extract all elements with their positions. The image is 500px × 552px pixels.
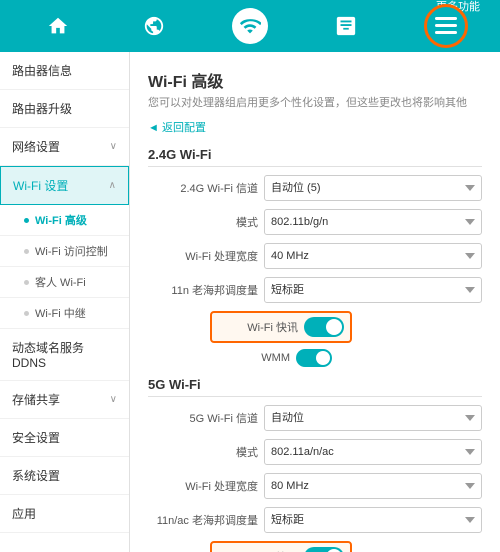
select-5g-gi[interactable]: 短标距 — [264, 507, 482, 533]
sidebar-subitem-guest-wifi[interactable]: 客人 Wi-Fi — [0, 267, 129, 298]
sidebar: 路由器信息 路由器升级 网络设置 ∨ Wi-Fi 设置 ∧ Wi-Fi 高级 W… — [0, 52, 130, 552]
sidebar-item-wifi-settings[interactable]: Wi-Fi 设置 ∧ — [0, 166, 129, 205]
sidebar-item-network-settings[interactable]: 网络设置 ∨ — [0, 128, 129, 166]
grid-nav-icon[interactable] — [328, 8, 364, 44]
select-5g-channel[interactable]: 自动位 — [264, 405, 482, 431]
form-row-24g-mode: 模式 802.11b/g/n — [148, 209, 482, 235]
label-24g-channel: 2.4G Wi-Fi 信道 — [148, 180, 258, 196]
home-nav-icon[interactable] — [40, 8, 76, 44]
more-menu-button[interactable] — [424, 4, 468, 48]
wifi-nav-icon[interactable] — [232, 8, 268, 44]
24g-wmm-row: WMM — [210, 349, 482, 367]
label-24g-gi: 11n 老海邦调度量 — [148, 282, 258, 298]
chevron-icon: ∨ — [110, 394, 117, 405]
sidebar-subitem-wifi-advanced[interactable]: Wi-Fi 高级 — [0, 205, 129, 236]
sidebar-subitem-wifi-mac-filter[interactable]: Wi-Fi 访问控制 — [0, 236, 129, 267]
select-24g-channel[interactable]: 自动位 (5) — [264, 175, 482, 201]
dot-indicator — [24, 249, 29, 254]
label-5g-gi: 11n/ac 老海邦调度量 — [148, 512, 258, 528]
sidebar-item-app[interactable]: 应用 — [0, 495, 129, 533]
form-row-24g-gi: 11n 老海邦调度量 短标距 — [148, 277, 482, 303]
page-description: 您可以对处理器组启用更多个性化设置，但这些更改也将影响其他 — [148, 96, 482, 111]
sidebar-item-security-settings[interactable]: 安全设置 — [0, 419, 129, 457]
chevron-icon: ∨ — [110, 141, 117, 152]
5g-wifi-toggle-row: Wi-Fi 快讯 — [210, 541, 352, 552]
page-title: Wi-Fi 高级 — [148, 68, 482, 92]
form-row-24g-channel: 2.4G Wi-Fi 信道 自动位 (5) — [148, 175, 482, 201]
top-nav: 更多功能 — [0, 0, 500, 52]
select-24g-gi[interactable]: 短标距 — [264, 277, 482, 303]
dot-indicator — [24, 218, 29, 223]
form-row-5g-bandwidth: Wi-Fi 处理宽度 80 MHz — [148, 473, 482, 499]
select-24g-bandwidth[interactable]: 40 MHz — [264, 243, 482, 269]
24g-wifi-toggle[interactable] — [304, 317, 344, 337]
dot-indicator — [24, 311, 29, 316]
label-24g-mode: 模式 — [148, 214, 258, 230]
label-5g-channel: 5G Wi-Fi 信道 — [148, 410, 258, 426]
24g-wmm-label: WMM — [210, 352, 290, 364]
form-row-5g-gi: 11n/ac 老海邦调度量 短标距 — [148, 507, 482, 533]
section-5g-title: 5G Wi-Fi — [148, 377, 482, 397]
main-layout: 路由器信息 路由器升级 网络设置 ∨ Wi-Fi 设置 ∧ Wi-Fi 高级 W… — [0, 52, 500, 552]
chevron-up-icon: ∧ — [109, 180, 116, 191]
sidebar-item-storage-share[interactable]: 存储共享 ∨ — [0, 381, 129, 419]
form-row-5g-channel: 5G Wi-Fi 信道 自动位 — [148, 405, 482, 431]
back-link[interactable]: ◄ 返回配置 — [148, 119, 482, 135]
globe-nav-icon[interactable] — [136, 8, 172, 44]
sidebar-item-system-settings[interactable]: 系统设置 — [0, 457, 129, 495]
label-5g-mode: 模式 — [148, 444, 258, 460]
sidebar-item-router-upgrade[interactable]: 路由器升级 — [0, 90, 129, 128]
sidebar-item-router-info[interactable]: 路由器信息 — [0, 52, 129, 90]
form-row-5g-mode: 模式 802.11a/n/ac — [148, 439, 482, 465]
form-row-24g-bandwidth: Wi-Fi 处理宽度 40 MHz — [148, 243, 482, 269]
select-5g-bandwidth[interactable]: 80 MHz — [264, 473, 482, 499]
content-area: Wi-Fi 高级 您可以对处理器组启用更多个性化设置，但这些更改也将影响其他 ◄… — [130, 52, 500, 552]
label-5g-bandwidth: Wi-Fi 处理宽度 — [148, 478, 258, 494]
select-24g-mode[interactable]: 802.11b/g/n — [264, 209, 482, 235]
24g-wifi-toggle-row: Wi-Fi 快讯 — [210, 311, 352, 343]
5g-wifi-toggle[interactable] — [304, 547, 344, 552]
section-24g-title: 2.4G Wi-Fi — [148, 147, 482, 167]
sidebar-item-ddns[interactable]: 动态域名服务 DDNS — [0, 329, 129, 381]
dot-indicator — [24, 280, 29, 285]
select-5g-mode[interactable]: 802.11a/n/ac — [264, 439, 482, 465]
24g-toggle-label: Wi-Fi 快讯 — [218, 319, 298, 335]
sidebar-subitem-wifi-bridge[interactable]: Wi-Fi 中继 — [0, 298, 129, 329]
label-24g-bandwidth: Wi-Fi 处理宽度 — [148, 248, 258, 264]
24g-wmm-toggle[interactable] — [296, 349, 332, 367]
